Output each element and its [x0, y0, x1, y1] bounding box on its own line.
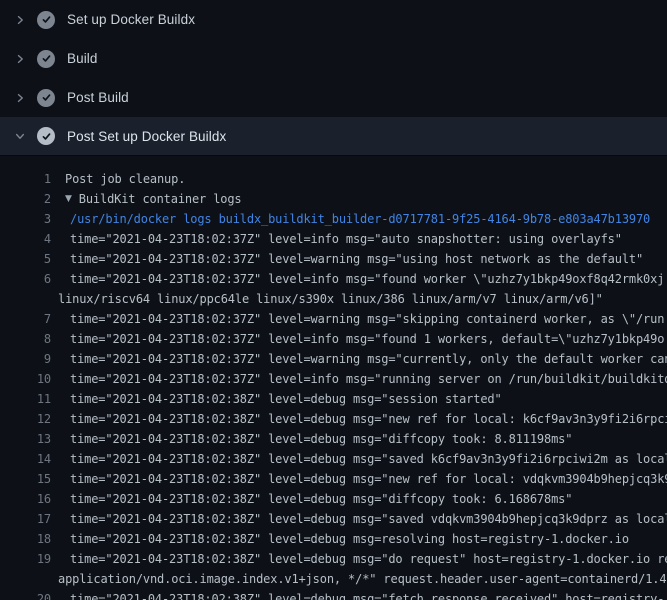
log-line: 5 ▼ time="2021-04-23T18:02:37Z" level=wa…	[0, 249, 667, 269]
log-line: 3 ▼ /usr/bin/docker logs buildx_buildkit…	[0, 209, 667, 229]
line-number[interactable]: 2	[0, 189, 51, 209]
log-line[interactable]: 2 ▼ BuildKit container logs	[0, 189, 667, 209]
line-number[interactable]: 7	[0, 309, 51, 329]
line-number[interactable]: 12	[0, 409, 51, 429]
log-line: 9 ▼ time="2021-04-23T18:02:37Z" level=wa…	[0, 349, 667, 369]
log-text: time="2021-04-23T18:02:38Z" level=debug …	[70, 389, 502, 409]
log-line: 7 ▼ time="2021-04-23T18:02:37Z" level=wa…	[0, 309, 667, 329]
actions-log-viewer: Set up Docker Buildx Build Post Build Po…	[0, 0, 667, 600]
log-text: time="2021-04-23T18:02:37Z" level=info m…	[70, 269, 664, 289]
log-line: 12 ▼ time="2021-04-23T18:02:38Z" level=d…	[0, 409, 667, 429]
line-number[interactable]: 8	[0, 329, 51, 349]
step-title: Build	[67, 51, 98, 66]
group-toggle-icon: ▼	[65, 189, 72, 209]
log-text: /usr/bin/docker logs buildx_buildkit_bui…	[70, 209, 650, 229]
log-text: time="2021-04-23T18:02:38Z" level=debug …	[70, 429, 572, 449]
check-circle-icon	[37, 11, 55, 29]
log-line: 13 ▼ time="2021-04-23T18:02:38Z" level=d…	[0, 429, 667, 449]
step-title: Set up Docker Buildx	[67, 12, 195, 27]
log-text: time="2021-04-23T18:02:37Z" level=info m…	[70, 229, 622, 249]
check-circle-icon	[37, 89, 55, 107]
log-line: 18 ▼ time="2021-04-23T18:02:38Z" level=d…	[0, 529, 667, 549]
log-line: 1 ▼ Post job cleanup.	[0, 169, 667, 189]
log-text: time="2021-04-23T18:02:38Z" level=debug …	[70, 549, 667, 569]
chevron-down-icon	[13, 129, 27, 143]
log-text: time="2021-04-23T18:02:37Z" level=warnin…	[70, 349, 667, 369]
log-text: time="2021-04-23T18:02:38Z" level=debug …	[70, 489, 572, 509]
line-number[interactable]: 17	[0, 509, 51, 529]
line-number[interactable]: 13	[0, 429, 51, 449]
step-title: Post Set up Docker Buildx	[67, 129, 226, 144]
line-number[interactable]: 16	[0, 489, 51, 509]
line-number[interactable]: 1	[0, 169, 51, 189]
log-line: 19 ▼ time="2021-04-23T18:02:38Z" level=d…	[0, 549, 667, 569]
log-line: 11 ▼ time="2021-04-23T18:02:38Z" level=d…	[0, 389, 667, 409]
line-number[interactable]: 4	[0, 229, 51, 249]
log-line: 20 ▼ time="2021-04-23T18:02:38Z" level=d…	[0, 589, 667, 600]
log-text: time="2021-04-23T18:02:37Z" level=warnin…	[70, 309, 664, 329]
log-text: Post job cleanup.	[65, 169, 185, 189]
step-header-set-up-docker-buildx[interactable]: Set up Docker Buildx	[0, 0, 667, 39]
line-number[interactable]: 18	[0, 529, 51, 549]
log-line: 6 ▼ time="2021-04-23T18:02:37Z" level=in…	[0, 269, 667, 289]
log-text: linux/riscv64 linux/ppc64le linux/s390x …	[58, 289, 603, 309]
log-text: application/vnd.oci.image.index.v1+json,…	[58, 569, 666, 589]
line-number[interactable]: 3	[0, 209, 51, 229]
step-header-post-set-up-docker-buildx[interactable]: Post Set up Docker Buildx	[0, 117, 667, 156]
line-number[interactable]: 5	[0, 249, 51, 269]
log-text: time="2021-04-23T18:02:38Z" level=debug …	[70, 589, 664, 600]
log-line: ▼ application/vnd.oci.image.index.v1+jso…	[0, 569, 667, 589]
log-text: time="2021-04-23T18:02:38Z" level=debug …	[70, 529, 629, 549]
log-text: time="2021-04-23T18:02:37Z" level=info m…	[70, 329, 664, 349]
line-number[interactable]: 14	[0, 449, 51, 469]
log-text: time="2021-04-23T18:02:38Z" level=debug …	[70, 509, 667, 529]
step-title: Post Build	[67, 90, 129, 105]
log-line: 14 ▼ time="2021-04-23T18:02:38Z" level=d…	[0, 449, 667, 469]
chevron-right-icon	[13, 13, 27, 27]
log-line: 10 ▼ time="2021-04-23T18:02:37Z" level=i…	[0, 369, 667, 389]
log-text: time="2021-04-23T18:02:38Z" level=debug …	[70, 409, 667, 429]
chevron-right-icon	[13, 91, 27, 105]
log-text: time="2021-04-23T18:02:37Z" level=warnin…	[70, 249, 643, 269]
log-text: BuildKit container logs	[79, 189, 242, 209]
check-circle-icon	[37, 127, 55, 145]
line-number[interactable]: 15	[0, 469, 51, 489]
step-header-build[interactable]: Build	[0, 39, 667, 78]
line-number[interactable]: 20	[0, 589, 51, 600]
log-line: 4 ▼ time="2021-04-23T18:02:37Z" level=in…	[0, 229, 667, 249]
log-line: 16 ▼ time="2021-04-23T18:02:38Z" level=d…	[0, 489, 667, 509]
log-line: 15 ▼ time="2021-04-23T18:02:38Z" level=d…	[0, 469, 667, 489]
line-number[interactable]: 19	[0, 549, 51, 569]
line-number[interactable]: 10	[0, 369, 51, 389]
log-text: time="2021-04-23T18:02:38Z" level=debug …	[70, 469, 667, 489]
log-text: time="2021-04-23T18:02:38Z" level=debug …	[70, 449, 667, 469]
log-text: time="2021-04-23T18:02:37Z" level=info m…	[70, 369, 667, 389]
step-header-post-build[interactable]: Post Build	[0, 78, 667, 117]
log-line: 8 ▼ time="2021-04-23T18:02:37Z" level=in…	[0, 329, 667, 349]
log-lines: 1 ▼ Post job cleanup. 2 ▼ BuildKit conta…	[0, 156, 667, 600]
line-number[interactable]: 9	[0, 349, 51, 369]
line-number[interactable]: 6	[0, 269, 51, 289]
log-line: ▼ linux/riscv64 linux/ppc64le linux/s390…	[0, 289, 667, 309]
chevron-right-icon	[13, 52, 27, 66]
log-line: 17 ▼ time="2021-04-23T18:02:38Z" level=d…	[0, 509, 667, 529]
check-circle-icon	[37, 50, 55, 68]
line-number[interactable]: 11	[0, 389, 51, 409]
